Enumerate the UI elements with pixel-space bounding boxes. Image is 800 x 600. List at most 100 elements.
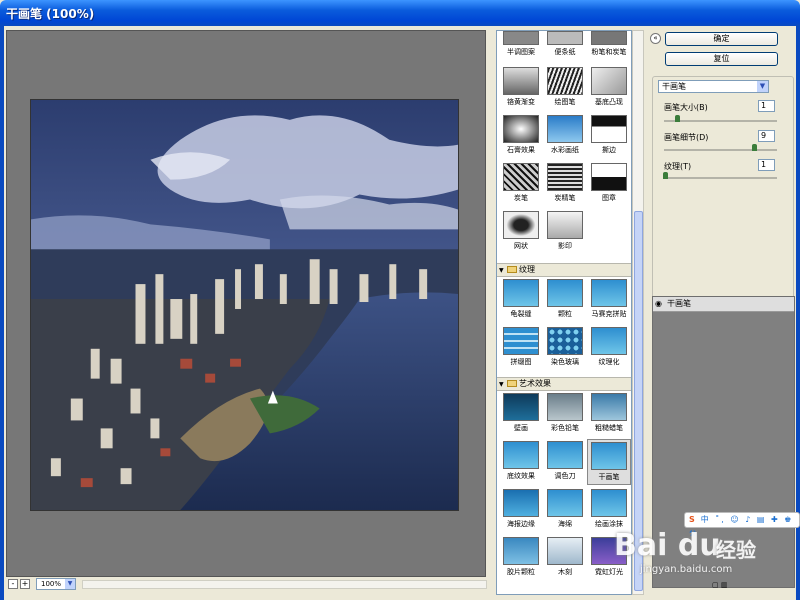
- expand-triangle-icon[interactable]: ▼: [499, 265, 507, 277]
- filter-preview-image: [503, 537, 539, 565]
- slider-knob[interactable]: [663, 172, 668, 179]
- filter-preview-image: [547, 67, 583, 95]
- param-input[interactable]: 1: [758, 159, 775, 171]
- filter-thumb[interactable]: 炭笔: [501, 163, 541, 203]
- param-label: 画笔大小(B): [664, 103, 708, 112]
- filter-thumb[interactable]: 木刻: [545, 537, 585, 577]
- filter-thumb[interactable]: 纹理化: [589, 327, 629, 367]
- zoom-select[interactable]: 100% ▼: [36, 578, 76, 590]
- filter-select-value: 干画笔: [662, 82, 686, 91]
- filter-preview-image: [503, 115, 539, 143]
- filter-thumb[interactable]: 影印: [545, 211, 585, 251]
- filter-thumb[interactable]: 石膏效果: [501, 115, 541, 155]
- filter-label: 粉笔和炭笔: [591, 48, 627, 56]
- filter-thumb[interactable]: 染色玻璃: [545, 327, 585, 367]
- filter-thumb[interactable]: 图章: [589, 163, 629, 203]
- collapse-chevron-icon[interactable]: «: [650, 33, 661, 44]
- filter-thumb[interactable]: 马赛克拼贴: [589, 279, 629, 319]
- zoom-value: 100%: [41, 580, 62, 588]
- filter-thumb[interactable]: 炭精笔: [545, 163, 585, 203]
- param-label: 画笔细节(D): [664, 133, 709, 142]
- chevron-down-icon[interactable]: ▼: [757, 81, 768, 92]
- filter-preview-image: [591, 67, 627, 95]
- window-titlebar: 干画笔 (100%): [0, 0, 800, 26]
- filter-thumb[interactable]: 龟裂缝: [501, 279, 541, 319]
- filter-preview-image: [591, 327, 627, 355]
- filter-label: 马赛克拼贴: [591, 310, 627, 318]
- filter-label: 半调图案: [507, 48, 535, 56]
- param-slider[interactable]: [664, 120, 777, 122]
- filter-select[interactable]: 干画笔 ▼: [658, 80, 769, 93]
- filter-thumb[interactable]: 海绵: [545, 489, 585, 529]
- filter-label: 调色刀: [554, 472, 576, 480]
- zoom-in-button[interactable]: +: [20, 579, 30, 589]
- filter-preview-image: [503, 393, 539, 421]
- filter-thumb[interactable]: 拼缀图: [501, 327, 541, 367]
- filter-thumb[interactable]: 粗糙蜡笔: [589, 393, 629, 433]
- preview-image[interactable]: [30, 99, 459, 511]
- filter-preview-image: [591, 115, 627, 143]
- filter-preview-image: [547, 327, 583, 355]
- filter-label: 炭精笔: [554, 194, 576, 202]
- filter-preview-image: [503, 67, 539, 95]
- watermark-logo: Bai du: [614, 528, 721, 563]
- filter-thumb-selected[interactable]: 干画笔: [587, 439, 631, 485]
- slider-knob[interactable]: [752, 144, 757, 151]
- filter-label: 粗糙蜡笔: [595, 424, 623, 432]
- filter-label: 网状: [514, 242, 528, 250]
- status-bar: - + 100% ▼: [6, 578, 487, 592]
- param-slider[interactable]: [664, 149, 777, 151]
- effect-layer-label: 干画笔: [667, 299, 691, 308]
- horizontal-scrollbar[interactable]: [82, 580, 487, 589]
- expand-triangle-icon[interactable]: ▼: [499, 379, 507, 391]
- filter-thumb[interactable]: 底纹效果: [501, 441, 541, 481]
- filter-preview-image: [503, 327, 539, 355]
- filter-label: 龟裂缝: [510, 310, 532, 318]
- filter-label: 染色玻璃: [551, 358, 579, 366]
- filter-thumb[interactable]: 粉笔和炭笔: [589, 31, 629, 57]
- filter-thumb[interactable]: 调色刀: [545, 441, 585, 481]
- filter-preview-image: [547, 279, 583, 307]
- category-label: 纹理: [519, 265, 535, 274]
- watermark-url: jingyan.baidu.com: [640, 564, 733, 575]
- filter-thumb[interactable]: 撕边: [589, 115, 629, 155]
- filter-thumb[interactable]: 半调图案: [501, 31, 541, 57]
- filter-thumb[interactable]: 便条纸: [545, 31, 585, 57]
- filter-label: 纹理化: [598, 358, 620, 366]
- filter-label: 撕边: [602, 146, 616, 154]
- filter-label: 石膏效果: [507, 146, 535, 154]
- filter-thumb[interactable]: 网状: [501, 211, 541, 251]
- filter-preview-image: [503, 279, 539, 307]
- param-input[interactable]: 1: [758, 100, 775, 112]
- chevron-down-icon[interactable]: ▼: [65, 579, 75, 589]
- effect-layer-row[interactable]: ◉ 干画笔: [653, 297, 794, 312]
- ok-button[interactable]: 确定: [665, 32, 778, 46]
- category-texture[interactable]: ▼ 纹理: [497, 263, 631, 277]
- window-title: 干画笔 (100%): [6, 7, 95, 21]
- category-art[interactable]: ▼ 艺术效果: [497, 377, 631, 391]
- eye-icon[interactable]: ◉: [655, 300, 663, 308]
- slider-knob[interactable]: [675, 115, 680, 122]
- filter-thumb[interactable]: 基底凸现: [589, 67, 629, 107]
- param-input[interactable]: 9: [758, 130, 775, 142]
- zoom-out-button[interactable]: -: [8, 579, 18, 589]
- filter-preview-image: [591, 31, 627, 45]
- param-label: 纹理(T): [664, 162, 692, 171]
- filter-thumb[interactable]: 海报边缘: [501, 489, 541, 529]
- filter-thumb[interactable]: 彩色铅笔: [545, 393, 585, 433]
- filter-thumb[interactable]: 绘图笔: [545, 67, 585, 107]
- filter-preview-image: [547, 31, 583, 45]
- filter-preview-image: [547, 163, 583, 191]
- filter-label: 拼缀图: [510, 358, 532, 366]
- filter-thumb[interactable]: 壁画: [501, 393, 541, 433]
- filter-label: 图章: [602, 194, 616, 202]
- param-slider[interactable]: [664, 177, 777, 179]
- filter-thumb[interactable]: 颗粒: [545, 279, 585, 319]
- filter-thumb[interactable]: 水彩画纸: [545, 115, 585, 155]
- filter-thumb[interactable]: 胶片颗粒: [501, 537, 541, 577]
- filter-label: 干画笔: [598, 473, 620, 481]
- filter-thumb[interactable]: 铬黄渐变: [501, 67, 541, 107]
- watermark: Bai du 经验 jingyan.baidu.com: [612, 500, 800, 600]
- reset-button[interactable]: 复位: [665, 52, 778, 66]
- filter-preview-image: [547, 441, 583, 469]
